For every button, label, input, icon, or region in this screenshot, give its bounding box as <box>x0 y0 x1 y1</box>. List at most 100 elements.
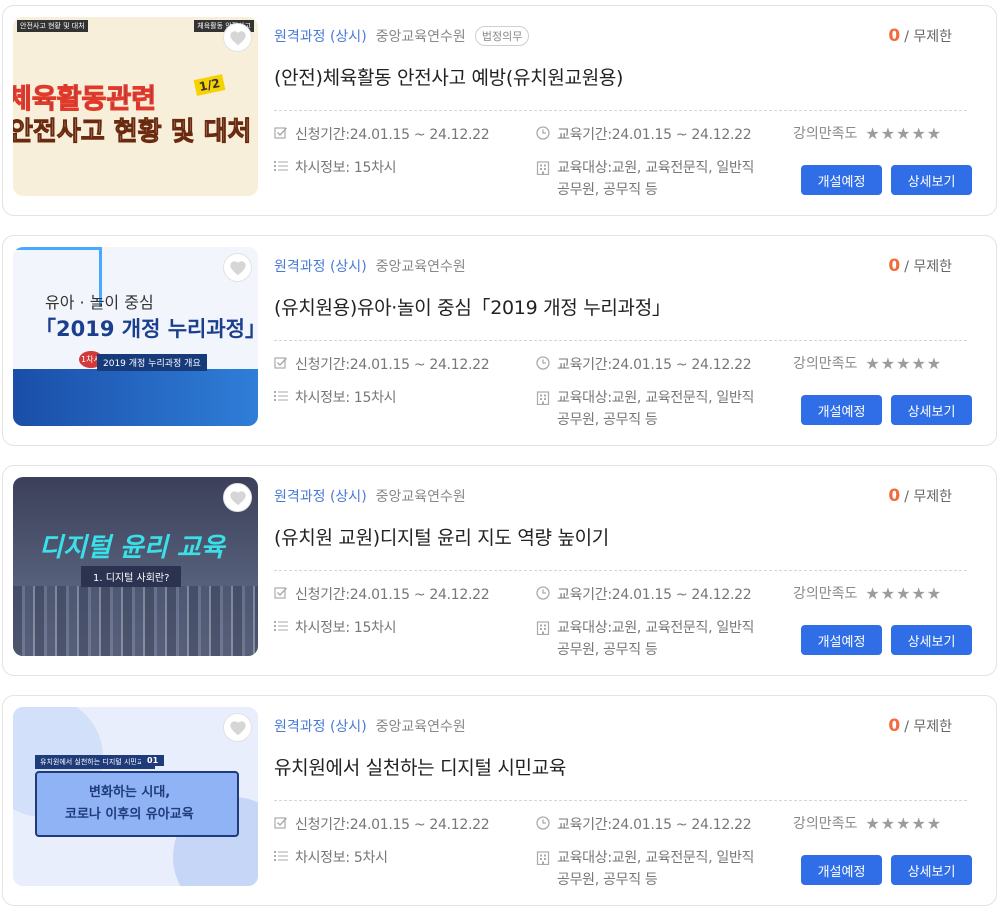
education-period: 교육기간:24.01.15 ~ 24.12.22 <box>536 354 752 374</box>
open-scheduled-button[interactable]: 개설예정 <box>801 625 882 655</box>
target-text-line2: 공무원, 공무직 등 <box>557 182 658 198</box>
divider <box>274 110 967 111</box>
application-period: 신청기간:24.01.15 ~ 24.12.22 <box>274 354 490 374</box>
divider <box>274 340 967 341</box>
education-period-text: 교육기간:24.01.15 ~ 24.12.22 <box>557 587 752 603</box>
course-thumbnail[interactable]: 디지털 윤리 교육 1. 디지털 사회란? <box>13 477 258 656</box>
view-details-button[interactable]: 상세보기 <box>891 165 972 195</box>
building-icon <box>536 161 550 175</box>
course-title[interactable]: 유치원에서 실천하는 디지털 시민교육 <box>274 753 566 780</box>
thumb-tag: 유치원에서 실천하는 디지털 시민교육 <box>35 755 155 769</box>
enrollment-limit: / 무제한 <box>904 259 952 275</box>
satisfaction-rating: 강의만족도 ★★★★★ <box>793 123 942 143</box>
thumb-skyline <box>13 586 258 656</box>
course-title[interactable]: (유치원 교원)디지털 윤리 지도 역량 높이기 <box>274 523 609 550</box>
thumb-band <box>13 369 258 426</box>
rating-label: 강의만족도 <box>793 356 858 372</box>
education-period-text: 교육기간:24.01.15 ~ 24.12.22 <box>557 127 752 143</box>
session-info: 차시정보: 15차시 <box>274 387 397 407</box>
session-info-text: 차시정보: 5차시 <box>295 850 388 866</box>
course-organization: 중앙교육연수원 <box>375 259 466 275</box>
course-card: 유치원에서 실천하는 디지털 시민교육 01 변화하는 시대, 코로나 이후의 … <box>2 695 997 906</box>
session-info: 차시정보: 15차시 <box>274 157 397 177</box>
enrollment-count: 0/ 무제한 <box>888 256 952 276</box>
open-scheduled-button[interactable]: 개설예정 <box>801 855 882 885</box>
view-details-button[interactable]: 상세보기 <box>891 395 972 425</box>
favorite-button[interactable] <box>223 23 252 52</box>
checkbox-icon <box>274 817 288 829</box>
list-icon <box>274 621 288 631</box>
course-meta: 원격과정 (상시) 중앙교육연수원 <box>274 716 466 736</box>
target-text-line2: 공무원, 공무직 등 <box>557 872 658 888</box>
divider <box>274 800 967 801</box>
thumb-number: 1/2 <box>193 74 226 96</box>
course-category[interactable]: 원격과정 (상시) <box>274 486 367 506</box>
enrollment-number: 0 <box>888 256 901 276</box>
satisfaction-rating: 강의만족도 ★★★★★ <box>793 583 942 603</box>
session-info-text: 차시정보: 15차시 <box>295 160 397 176</box>
application-period: 신청기간:24.01.15 ~ 24.12.22 <box>274 124 490 144</box>
course-category[interactable]: 원격과정 (상시) <box>274 26 367 46</box>
target-text-line1: 교육대상:교원, 교육전문직, 일반직 <box>557 390 755 406</box>
application-period: 신청기간:24.01.15 ~ 24.12.22 <box>274 584 490 604</box>
course-thumbnail[interactable]: 안전사고 현황 및 대처 체육활동 안전사고 체육활동관련 안전사고 현황 및 … <box>13 17 258 196</box>
target-audience: 교육대상:교원, 교육전문직, 일반직공무원, 공무직 등 <box>536 157 776 201</box>
course-organization: 중앙교육연수원 <box>375 29 466 45</box>
thumb-headline: 디지털 윤리 교육 <box>39 533 225 563</box>
rating-stars: ★★★★★ <box>865 813 943 833</box>
enrollment-limit: / 무제한 <box>904 29 952 45</box>
course-title[interactable]: (유치원용)유아·놀이 중심「2019 개정 누리과정」 <box>274 293 671 320</box>
enrollment-limit: / 무제한 <box>904 719 952 735</box>
enrollment-number: 0 <box>888 716 901 736</box>
thumb-decor <box>13 247 101 250</box>
thumb-subheadline: 안전사고 현황 및 대처 <box>13 117 252 148</box>
session-info: 차시정보: 5차시 <box>274 847 388 867</box>
course-thumbnail[interactable]: 유치원에서 실천하는 디지털 시민교육 01 변화하는 시대, 코로나 이후의 … <box>13 707 258 886</box>
building-icon <box>536 621 550 635</box>
course-thumbnail[interactable]: 유아 · 놀이 중심 「2019 개정 누리과정」 1차시 2019 개정 누리… <box>13 247 258 426</box>
target-text-line2: 공무원, 공무직 등 <box>557 642 658 658</box>
rating-stars: ★★★★★ <box>865 353 943 373</box>
view-details-button[interactable]: 상세보기 <box>891 625 972 655</box>
enrollment-count: 0/ 무제한 <box>888 26 952 46</box>
thumb-caption-left: 안전사고 현황 및 대처 <box>17 20 88 32</box>
course-category[interactable]: 원격과정 (상시) <box>274 256 367 276</box>
course-category[interactable]: 원격과정 (상시) <box>274 716 367 736</box>
education-period: 교육기간:24.01.15 ~ 24.12.22 <box>536 584 752 604</box>
rating-stars: ★★★★★ <box>865 583 943 603</box>
session-info: 차시정보: 15차시 <box>274 617 397 637</box>
clock-icon <box>536 126 550 140</box>
course-meta: 원격과정 (상시) 중앙교육연수원 <box>274 486 466 506</box>
target-audience: 교육대상:교원, 교육전문직, 일반직공무원, 공무직 등 <box>536 387 776 431</box>
list-icon <box>274 851 288 861</box>
open-scheduled-button[interactable]: 개설예정 <box>801 165 882 195</box>
target-text-line1: 교육대상:교원, 교육전문직, 일반직 <box>557 160 755 176</box>
application-period-text: 신청기간:24.01.15 ~ 24.12.22 <box>295 357 490 373</box>
favorite-button[interactable] <box>223 483 252 512</box>
mandatory-badge: 법정의무 <box>474 26 530 46</box>
enrollment-limit: / 무제한 <box>904 489 952 505</box>
open-scheduled-button[interactable]: 개설예정 <box>801 395 882 425</box>
heart-icon <box>229 30 246 45</box>
clock-icon <box>536 356 550 370</box>
list-icon <box>274 161 288 171</box>
target-text-line2: 공무원, 공무직 등 <box>557 412 658 428</box>
clock-icon <box>536 586 550 600</box>
heart-icon <box>229 490 246 505</box>
favorite-button[interactable] <box>223 713 252 742</box>
target-text-line1: 교육대상:교원, 교육전문직, 일반직 <box>557 850 755 866</box>
course-card: 유아 · 놀이 중심 「2019 개정 누리과정」 1차시 2019 개정 누리… <box>2 235 997 446</box>
rating-label: 강의만족도 <box>793 126 858 142</box>
session-info-text: 차시정보: 15차시 <box>295 620 397 636</box>
list-icon <box>274 391 288 401</box>
building-icon <box>536 391 550 405</box>
view-details-button[interactable]: 상세보기 <box>891 855 972 885</box>
thumb-headline: 변화하는 시대, <box>89 785 171 800</box>
course-title[interactable]: (안전)체육활동 안전사고 예방(유치원교원용) <box>274 63 623 90</box>
checkbox-icon <box>274 587 288 599</box>
building-icon <box>536 851 550 865</box>
rating-stars: ★★★★★ <box>865 123 943 143</box>
divider <box>274 570 967 571</box>
favorite-button[interactable] <box>223 253 252 282</box>
course-list: 안전사고 현황 및 대처 체육활동 안전사고 체육활동관련 안전사고 현황 및 … <box>0 0 1001 908</box>
